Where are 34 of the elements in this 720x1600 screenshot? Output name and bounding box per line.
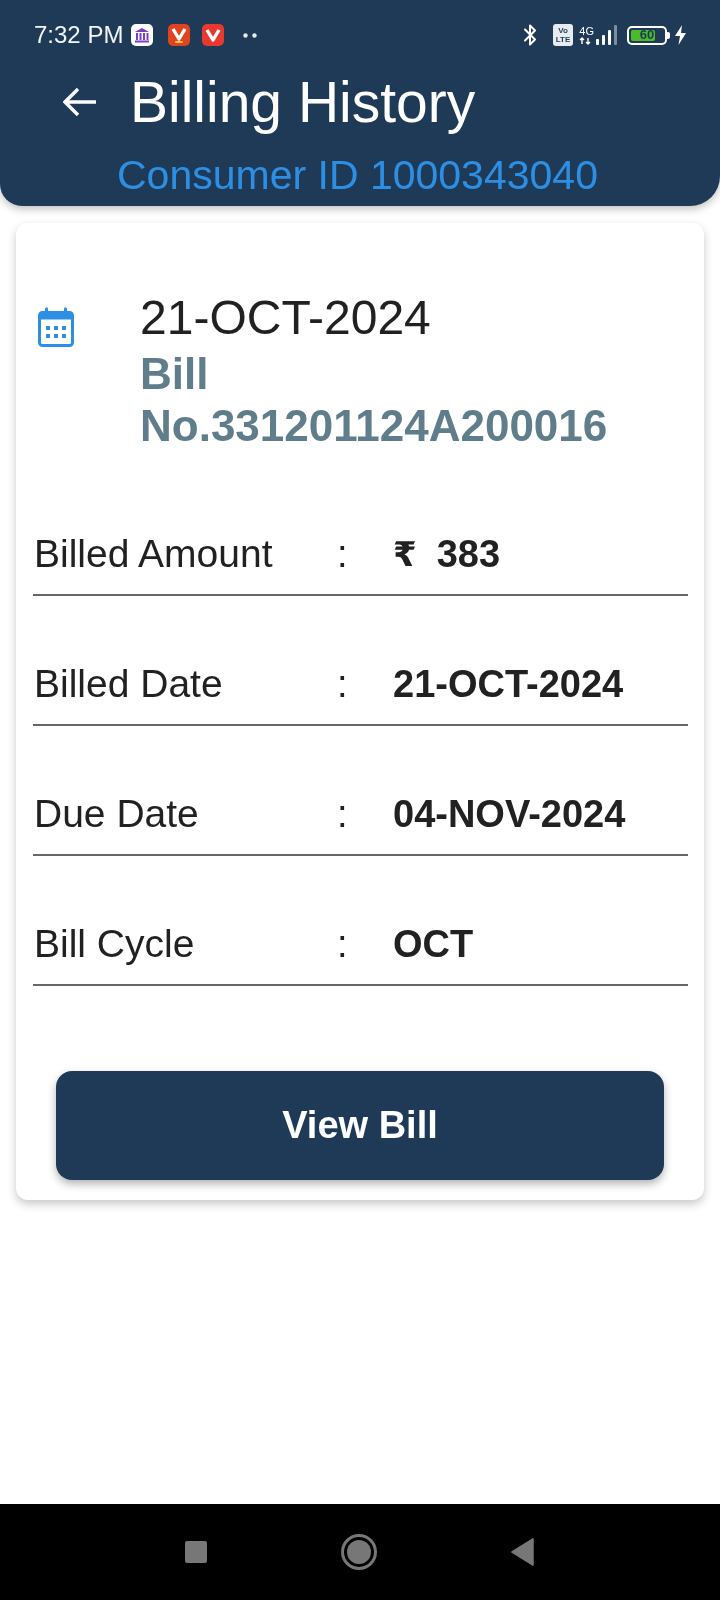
detail-label: Due Date [34, 791, 200, 837]
detail-separator: : [337, 792, 349, 837]
detail-separator: : [337, 922, 349, 967]
data-arrows-icon [579, 37, 592, 45]
bill-date: 21-OCT-2024 [140, 290, 432, 346]
detail-value: 21-OCT-2024 [393, 662, 624, 707]
detail-value: 04-NOV-2024 [393, 792, 626, 837]
bill-number: Bill No.331201124A200016 [140, 348, 609, 452]
detail-value: 383 [436, 532, 501, 577]
detail-separator: : [337, 662, 349, 707]
calendar-icon [38, 307, 74, 347]
signal-icon [596, 25, 617, 45]
detail-separator: : [337, 532, 349, 577]
view-bill-button[interactable]: View Bill [56, 1071, 664, 1180]
detail-label: Bill Cycle [34, 921, 196, 967]
consumer-id: Consumer ID 1000343040 [117, 151, 599, 199]
back-triangle-icon[interactable] [511, 1538, 535, 1566]
network-type-text: 4G [579, 25, 594, 37]
building-app-icon [131, 24, 154, 46]
detail-label: Billed Date [34, 661, 224, 707]
chevron-app-icon [168, 24, 191, 46]
more-dots-icon [243, 32, 258, 38]
volte-badge: Vo LTE [552, 24, 574, 46]
bluetooth-icon [522, 23, 537, 47]
battery-indicator: 60 [627, 25, 670, 45]
back-arrow-icon[interactable] [63, 87, 97, 117]
page-title: Billing History [130, 70, 476, 134]
detail-value: OCT [393, 922, 474, 967]
home-circle-icon[interactable] [341, 1534, 377, 1570]
detail-label: Billed Amount [34, 531, 274, 577]
currency-symbol: ₹ [393, 533, 417, 576]
status-time: 7:32 PM [34, 21, 124, 49]
chevron-app-icon [202, 24, 225, 46]
charging-bolt-icon [675, 25, 686, 45]
